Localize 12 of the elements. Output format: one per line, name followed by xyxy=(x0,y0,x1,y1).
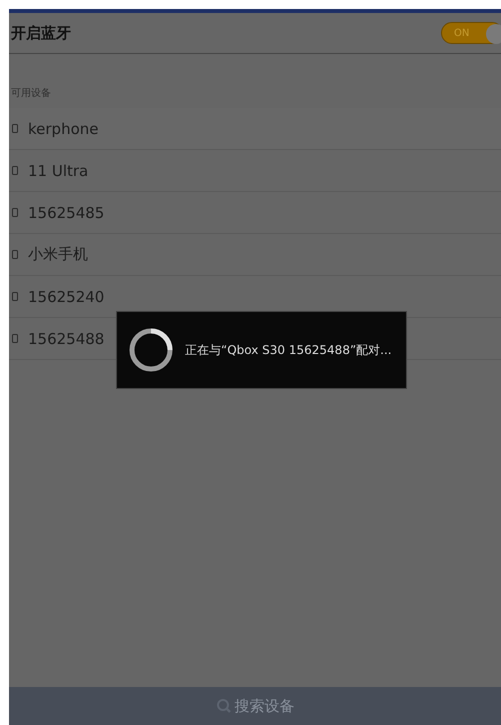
phone-icon xyxy=(12,124,18,133)
search-button[interactable]: 搜索设备 xyxy=(9,687,501,725)
phone-icon xyxy=(12,292,18,301)
phone-icon xyxy=(12,208,18,217)
pairing-message: 正在与“Qbox S30 15625488”配对... xyxy=(185,342,392,358)
spinner-icon xyxy=(127,326,175,374)
header-title: 开启蓝牙 xyxy=(11,24,71,42)
section-label: 可用设备 xyxy=(10,87,52,101)
search-icon xyxy=(216,698,232,714)
phone-icon xyxy=(12,250,18,259)
phone-icon xyxy=(12,334,18,343)
phone-icon xyxy=(12,166,18,175)
